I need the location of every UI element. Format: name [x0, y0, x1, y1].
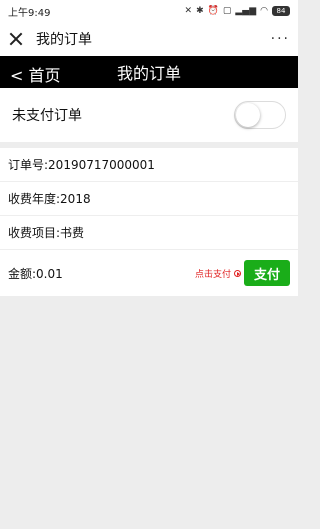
fee-year-value: 2018 [60, 191, 91, 206]
unpaid-filter-toggle[interactable] [234, 101, 286, 129]
fee-item-value: 书费 [60, 226, 85, 240]
fee-item-label: 收费项目: [8, 226, 61, 240]
pay-area: 点击支付 支付 [195, 260, 290, 286]
fee-item-row: 收费项目: 书费 [0, 216, 298, 250]
arrow-right-icon [234, 269, 241, 277]
battery-icon: 84 [272, 6, 290, 16]
close-icon[interactable] [8, 31, 24, 47]
pay-button[interactable]: 支付 [244, 260, 290, 286]
wechat-header: 我的订单 ··· [0, 22, 298, 56]
order-number-row: 订单号: 20190717000001 [0, 148, 298, 182]
wechat-title: 我的订单 [36, 32, 92, 48]
page-header: < 首页 我的订单 [0, 56, 298, 88]
fee-year-row: 收费年度: 2018 [0, 182, 298, 216]
amount-label: 金额: [8, 266, 37, 281]
amount-text: 金额:0.01 [8, 265, 63, 282]
sim-icon: ▢ [222, 6, 232, 16]
fee-year-label: 收费年度: [8, 192, 61, 206]
status-bar: 上午9:49 ✕ ✱ ⏰ ▢ ▂▄▆ ◠ 84 [0, 0, 298, 22]
unpaid-filter-row: 未支付订单 [0, 88, 298, 142]
order-number-value: 20190717000001 [48, 157, 155, 172]
signal-icon: ▂▄▆ [235, 6, 257, 16]
unpaid-filter-label: 未支付订单 [12, 108, 82, 124]
pay-hint-text: 点击支付 [194, 269, 231, 280]
status-time: 上午9:49 [8, 7, 51, 19]
bluetooth-icon: ✱ [196, 6, 204, 16]
mute-icon: ✕ [184, 6, 193, 16]
toggle-knob [236, 103, 260, 127]
order-number-label: 订单号: [8, 158, 49, 172]
order-card: 订单号: 20190717000001 收费年度: 2018 收费项目: 书费 … [0, 148, 298, 296]
wifi-icon: ◠ [260, 6, 268, 16]
status-icons: ✕ ✱ ⏰ ▢ ▂▄▆ ◠ 84 [185, 6, 290, 16]
alarm-icon: ⏰ [207, 6, 219, 16]
more-icon[interactable]: ··· [271, 31, 290, 47]
amount-value: 0.01 [36, 266, 63, 281]
back-home-link[interactable]: < 首页 [10, 62, 61, 86]
payment-row: 金额:0.01 点击支付 支付 [0, 250, 298, 296]
